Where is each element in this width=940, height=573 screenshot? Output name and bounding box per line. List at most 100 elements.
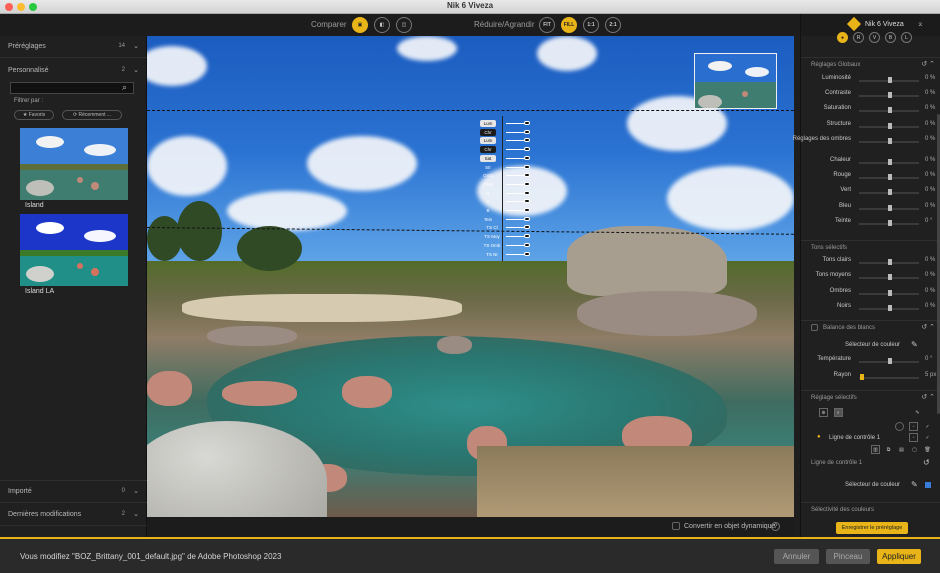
copy-icon[interactable]: ▢ xyxy=(910,445,919,454)
zoom-1-1-button[interactable]: 1:1 xyxy=(583,17,599,33)
presets-section[interactable]: Préréglages 14 ⌄ xyxy=(0,36,147,58)
channel-blue-button[interactable]: B xyxy=(885,32,896,43)
adjustment-slider[interactable]: Chaleur 0 % xyxy=(801,157,940,169)
control-point-knob[interactable] xyxy=(524,164,530,169)
adjustment-slider[interactable]: Luminosité 0 % xyxy=(801,75,940,87)
color-swatch[interactable] xyxy=(925,482,931,488)
adjustment-slider[interactable]: Noirs 0 % xyxy=(801,303,940,315)
radio-icon[interactable] xyxy=(895,422,904,431)
search-icon[interactable]: ⌕ xyxy=(122,82,127,93)
recent-changes-section[interactable]: Dernières modifications 2 ⌄ xyxy=(0,504,147,526)
compare-single-button[interactable]: ▣ xyxy=(352,17,368,33)
slider-knob[interactable] xyxy=(888,274,892,281)
chevron-down-icon[interactable]: ⌄ xyxy=(133,66,139,74)
control-point-knob[interactable] xyxy=(524,234,530,239)
zoom-2-1-button[interactable]: 2:1 xyxy=(605,17,621,33)
channel-red-button[interactable]: R xyxy=(853,32,864,43)
slider-knob[interactable] xyxy=(888,159,892,165)
slider-knob[interactable] xyxy=(888,289,892,296)
control-point-sliders[interactable]: Lum Chr Lum Chr Sat Str Omb Chal R V B Tein TS Cl TS … xyxy=(478,120,540,262)
slider-knob[interactable] xyxy=(888,358,892,364)
control-point-knob[interactable] xyxy=(524,129,530,134)
preset-thumbnail-island[interactable] xyxy=(20,128,128,200)
adjustment-slider[interactable]: Réglages des ombres 0 % xyxy=(793,136,940,148)
preset-thumbnail-island-la[interactable] xyxy=(20,214,128,286)
control-point-knob[interactable] xyxy=(524,251,530,256)
zoom-fit-button[interactable]: FIT xyxy=(539,17,555,33)
add-control-line-icon[interactable]: ◐ xyxy=(834,408,843,417)
slider-knob[interactable] xyxy=(888,122,892,129)
slider-knob[interactable] xyxy=(888,92,892,99)
control-point-knob[interactable] xyxy=(524,121,530,125)
control-point-knob[interactable] xyxy=(524,138,530,143)
adjustment-slider[interactable]: Teinte 0 ° xyxy=(801,218,940,230)
control-point-knob[interactable] xyxy=(524,147,530,152)
selective-adjustments-header[interactable]: Réglage sélectifs ↺ ⌃ xyxy=(801,390,940,404)
brush-icon[interactable]: ✎ xyxy=(913,408,922,417)
mask-icon[interactable]: ▫ xyxy=(909,422,918,431)
mask-icon[interactable]: ▫ xyxy=(909,433,918,442)
smart-object-checkbox[interactable] xyxy=(672,522,680,530)
reset-chevron-icon[interactable]: ↺ ⌃ xyxy=(921,393,935,401)
eyedropper-icon[interactable]: ✎ xyxy=(911,340,918,349)
color-selectivity-header[interactable]: Sélectivité des couleurs xyxy=(801,502,940,516)
radius-slider[interactable]: Rayon 5 px xyxy=(801,372,940,384)
adjustment-slider[interactable]: Tons clairs 0 % xyxy=(801,257,940,269)
slider-knob[interactable] xyxy=(888,219,892,226)
slider-knob[interactable] xyxy=(888,174,892,181)
channel-luminance-button[interactable]: L xyxy=(901,32,912,43)
imported-section[interactable]: Importé 0 ⌄ xyxy=(0,481,147,503)
control-line-guide[interactable] xyxy=(147,110,794,111)
control-point-knob[interactable] xyxy=(524,216,530,221)
adjustment-slider[interactable]: Ombres 0 % xyxy=(801,288,940,300)
compare-split-button[interactable]: ◧ xyxy=(374,17,390,33)
slider-knob[interactable] xyxy=(888,77,892,83)
slider-knob[interactable] xyxy=(860,374,864,380)
eyedropper-icon[interactable]: ✎ xyxy=(911,480,918,489)
control-point-knob[interactable] xyxy=(524,208,530,212)
reset-chevron-icon[interactable]: ↺ ⌃ xyxy=(921,60,935,68)
control-point-knob[interactable] xyxy=(524,190,530,195)
duplicate-icon[interactable]: ⧉ xyxy=(884,445,893,454)
adjustment-slider[interactable]: Contraste 0 % xyxy=(801,90,940,102)
adjustment-slider[interactable]: Vert 0 % xyxy=(801,187,940,199)
temperature-slider[interactable]: Température 0 ° xyxy=(801,356,940,368)
chevron-down-icon[interactable]: ⌄ xyxy=(133,487,139,495)
adjustment-slider[interactable]: Rouge 0 % xyxy=(801,172,940,184)
compare-side-button[interactable]: ◫ xyxy=(396,17,412,33)
control-line-item[interactable]: Ligne de contrôle 1 xyxy=(829,435,880,441)
control-point-knob[interactable] xyxy=(524,225,530,230)
cancel-button[interactable]: Annuler xyxy=(774,549,819,564)
zoom-fill-button[interactable]: FILL xyxy=(561,17,577,33)
check-icon[interactable]: ✓ xyxy=(923,433,932,442)
slider-knob[interactable] xyxy=(888,107,892,114)
filter-favorites-button[interactable]: ★ Favoris xyxy=(14,110,54,120)
adjustment-slider[interactable]: Saturation 0 % xyxy=(801,105,940,117)
channel-green-button[interactable]: V xyxy=(869,32,880,43)
preset-search-input[interactable] xyxy=(10,82,134,94)
slider-knob[interactable] xyxy=(888,189,892,196)
save-preset-button[interactable]: Enregistrer le préréglage xyxy=(836,522,908,534)
adjustment-slider[interactable]: Structure 0 % xyxy=(801,121,940,133)
reset-chevron-icon[interactable]: ↺ ⌃ xyxy=(921,323,935,331)
white-balance-checkbox[interactable] xyxy=(811,324,818,331)
slider-knob[interactable] xyxy=(888,305,892,312)
collapse-icon[interactable]: ⌅ xyxy=(917,19,924,28)
trash-icon[interactable]: 🗑 xyxy=(923,445,932,454)
control-point-knob[interactable] xyxy=(524,242,530,247)
check-icon[interactable]: ✓ xyxy=(923,422,932,431)
global-adjustments-header[interactable]: Réglages Globaux ↺ ⌃ xyxy=(801,57,940,71)
adjustment-slider[interactable]: Tons moyens 0 % xyxy=(801,272,940,284)
slider-knob[interactable] xyxy=(888,204,892,211)
control-point-knob[interactable] xyxy=(524,199,530,204)
brush-button[interactable]: Pinceau xyxy=(826,549,870,564)
help-icon[interactable]: ? xyxy=(771,522,780,531)
chevron-down-icon[interactable]: ⌄ xyxy=(133,42,139,50)
slider-knob[interactable] xyxy=(888,259,892,265)
filter-recent-button[interactable]: ⟳ Récemment ... xyxy=(62,110,122,120)
apply-button[interactable]: Appliquer xyxy=(877,549,921,564)
mask-view-icon[interactable]: ▥ xyxy=(871,445,880,454)
navigator-thumbnail[interactable] xyxy=(694,53,777,109)
image-preview[interactable]: Lum Chr Lum Chr Sat Str Omb Chal R V B Tein TS Cl TS … xyxy=(147,36,794,517)
add-control-point-icon[interactable]: ⊕ xyxy=(819,408,828,417)
